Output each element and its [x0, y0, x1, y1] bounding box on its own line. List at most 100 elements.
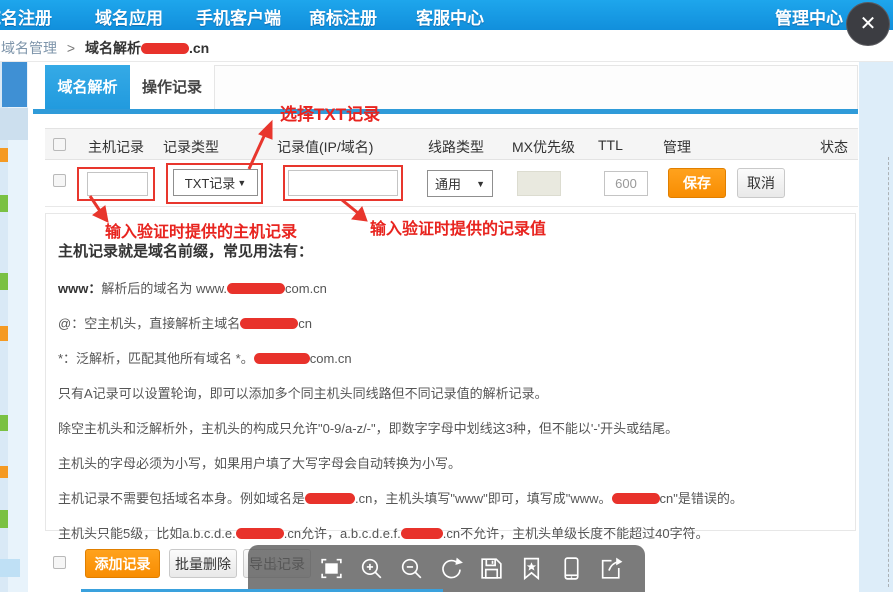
- redacted-domain-scribble: [240, 318, 298, 329]
- redacted-domain-scribble: [401, 528, 443, 539]
- redacted-domain-scribble: [227, 283, 285, 294]
- help-line: 除空主机头和泛解析外，主机头的构成只允许"0-9/a-z/-"，即数字字母中划线…: [58, 418, 843, 437]
- redacted-domain-scribble: [141, 43, 189, 54]
- cancel-button[interactable]: 取消: [737, 168, 785, 198]
- help-text-segment: cn"是错误的。: [660, 491, 743, 506]
- left-edge-gray-fragment: [0, 108, 28, 140]
- help-text-segment: 只有A记录可以设置轮询，即可以添加多个同主机头同线路但不同记录值的解析记录。: [58, 386, 548, 401]
- redacted-domain-scribble: [254, 353, 310, 364]
- left-edge-green-fragment: [0, 510, 8, 528]
- help-line: 主机头的字母必须为小写，如果用户填了大写字母会自动转换为小写。: [58, 453, 843, 472]
- help-text-segment: @：空主机头，直接解析主域名: [58, 316, 240, 331]
- help-text-segment: *：泛解析，匹配其他所有域名 *。: [58, 351, 254, 366]
- header-manage: 管理: [663, 137, 691, 157]
- help-text-segment: 主机记录不需要包括域名本身。例如域名是: [58, 491, 305, 506]
- footer-select-all-checkbox[interactable]: [53, 556, 66, 569]
- left-edge-blue-fragment: [0, 559, 20, 577]
- line-type-select[interactable]: 通用 ▼: [427, 170, 493, 197]
- header-host-record: 主机记录: [88, 137, 144, 157]
- breadcrumb-domain-suffix: .cn: [189, 40, 209, 56]
- breadcrumb-current-page: 域名解析: [85, 40, 141, 56]
- add-record-button[interactable]: 添加记录: [85, 549, 160, 578]
- bookmark-star-icon[interactable]: [518, 555, 545, 582]
- tab-domain-resolution[interactable]: 域名解析: [45, 65, 130, 110]
- zoom-out-icon[interactable]: [398, 555, 425, 582]
- batch-delete-button[interactable]: 批量删除: [169, 549, 237, 578]
- fit-screen-icon[interactable]: [318, 555, 345, 582]
- help-text-segment: com.cn: [310, 351, 352, 366]
- left-edge-green-fragment: [0, 195, 8, 212]
- help-text-segment: 解析后的域名为 www.: [101, 281, 227, 296]
- nav-item-support[interactable]: 客服中心: [416, 4, 484, 29]
- left-edge-orange-fragment: [0, 466, 8, 478]
- underlying-page-right-edge: [859, 62, 893, 592]
- annotation-record-value-hint: 输入验证时提供的记录值: [370, 215, 546, 239]
- help-line: @：空主机头，直接解析主域名 cn: [58, 313, 843, 332]
- new-record-row: TXT记录▼ 通用▼ 保存 取消: [45, 160, 858, 207]
- help-text-box: 主机记录就是域名前缀，常见用法有： www：解析后的域名为 www.com.cn…: [45, 213, 856, 531]
- save-icon[interactable]: [478, 555, 505, 582]
- chevron-down-icon: ▼: [476, 179, 485, 189]
- breadcrumb: 域名管理 > 域名解析.cn: [0, 30, 893, 62]
- ttl-input[interactable]: [604, 171, 648, 196]
- nav-item-trademark[interactable]: 商标注册: [309, 4, 377, 29]
- share-icon[interactable]: [598, 555, 625, 582]
- help-text-segment: .cn允许，a.b.c.d.e.f.: [284, 526, 401, 541]
- image-viewer-toolbar: [248, 545, 645, 592]
- header-record-value: 记录值(IP/域名): [277, 137, 373, 157]
- line-type-value: 通用: [435, 174, 461, 193]
- chevron-down-icon: ▼: [237, 178, 246, 188]
- header-line-type: 线路类型: [428, 137, 484, 157]
- record-table-header: 主机记录 记录类型 记录值(IP/域名) 线路类型 MX优先级 TTL 管理 状…: [45, 128, 858, 160]
- header-status: 状态: [820, 137, 848, 157]
- nav-item-domain-register[interactable]: 域名注册: [0, 4, 52, 29]
- help-text-segment: cn: [298, 316, 312, 331]
- left-edge-green-fragment: [0, 273, 8, 290]
- tab-operation-log[interactable]: 操作记录: [130, 65, 215, 110]
- help-text-segment: 主机头的字母必须为小写，如果用户填了大写字母会自动转换为小写。: [58, 456, 461, 471]
- record-type-value: TXT记录: [185, 173, 236, 192]
- redacted-domain-scribble: [236, 528, 284, 539]
- dashed-capture-border: [888, 157, 889, 587]
- help-text-segment: com.cn: [285, 281, 327, 296]
- record-type-select[interactable]: TXT记录▼: [173, 169, 258, 196]
- redacted-domain-scribble: [612, 493, 660, 504]
- header-mx-priority: MX优先级: [512, 137, 575, 157]
- help-lines: www：解析后的域名为 www.com.cn@：空主机头，直接解析主域名cn*：…: [58, 278, 843, 542]
- left-edge-blue-fragment: [2, 62, 27, 107]
- header-ttl: TTL: [598, 137, 623, 153]
- breadcrumb-domain-management-link[interactable]: 域名管理: [1, 40, 57, 56]
- help-text-segment: 主机头只能5级，比如a.b.c.d.e.: [58, 526, 236, 541]
- close-icon: ✕: [860, 13, 877, 35]
- underlying-page-left-edge: [0, 62, 28, 592]
- help-title: 主机记录就是域名前缀，常见用法有：: [58, 240, 843, 261]
- top-nav-bar: 域名注册 域名应用 手机客户端 商标注册 客服中心 管理中心▼: [0, 0, 893, 30]
- nav-item-domain-apps[interactable]: 域名应用: [95, 4, 163, 29]
- left-edge-green-fragment: [0, 415, 8, 431]
- redacted-domain-scribble: [305, 493, 355, 504]
- close-button[interactable]: ✕: [846, 2, 890, 46]
- management-center-label: 管理中心: [775, 9, 843, 28]
- screenshot-root: 域名注册 域名应用 手机客户端 商标注册 客服中心 管理中心▼ ✕ 域名管理 >…: [0, 0, 893, 592]
- annotation-host-record-hint: 输入验证时提供的主机记录: [105, 218, 297, 242]
- help-line: 主机头只能5级，比如a.b.c.d.e. .cn允许，a.b.c.d.e.f. .c…: [58, 523, 843, 542]
- row-checkbox[interactable]: [53, 174, 66, 187]
- dns-resolution-panel: 域名解析 操作记录 主机记录 记录类型 记录值(IP/域名) 线路类型 MX优先…: [28, 62, 859, 592]
- help-line: *：泛解析，匹配其他所有域名 *。 com.cn: [58, 348, 843, 367]
- left-edge-orange-fragment: [0, 326, 8, 341]
- left-edge-orange-fragment: [0, 148, 8, 162]
- tab-underline: [33, 109, 858, 114]
- zoom-in-icon[interactable]: [358, 555, 385, 582]
- help-line: 主机记录不需要包括域名本身。例如域名是.cn，主机头填写"www"即可，填写成"…: [58, 488, 843, 507]
- nav-item-mobile-client[interactable]: 手机客户端: [196, 4, 281, 29]
- rotate-icon[interactable]: [438, 555, 465, 582]
- tab-strip: 域名解析 操作记录: [45, 65, 858, 109]
- help-text-segment: .cn不允许，主机头单级长度不能超过40字符。: [443, 526, 709, 541]
- device-icon[interactable]: [558, 555, 585, 582]
- host-record-input[interactable]: [87, 172, 148, 196]
- mx-priority-input-disabled: [517, 171, 561, 196]
- select-all-checkbox[interactable]: [53, 138, 66, 151]
- help-line: 只有A记录可以设置轮询，即可以添加多个同主机头同线路但不同记录值的解析记录。: [58, 383, 843, 402]
- record-value-input[interactable]: [288, 170, 398, 196]
- save-button[interactable]: 保存: [668, 168, 726, 198]
